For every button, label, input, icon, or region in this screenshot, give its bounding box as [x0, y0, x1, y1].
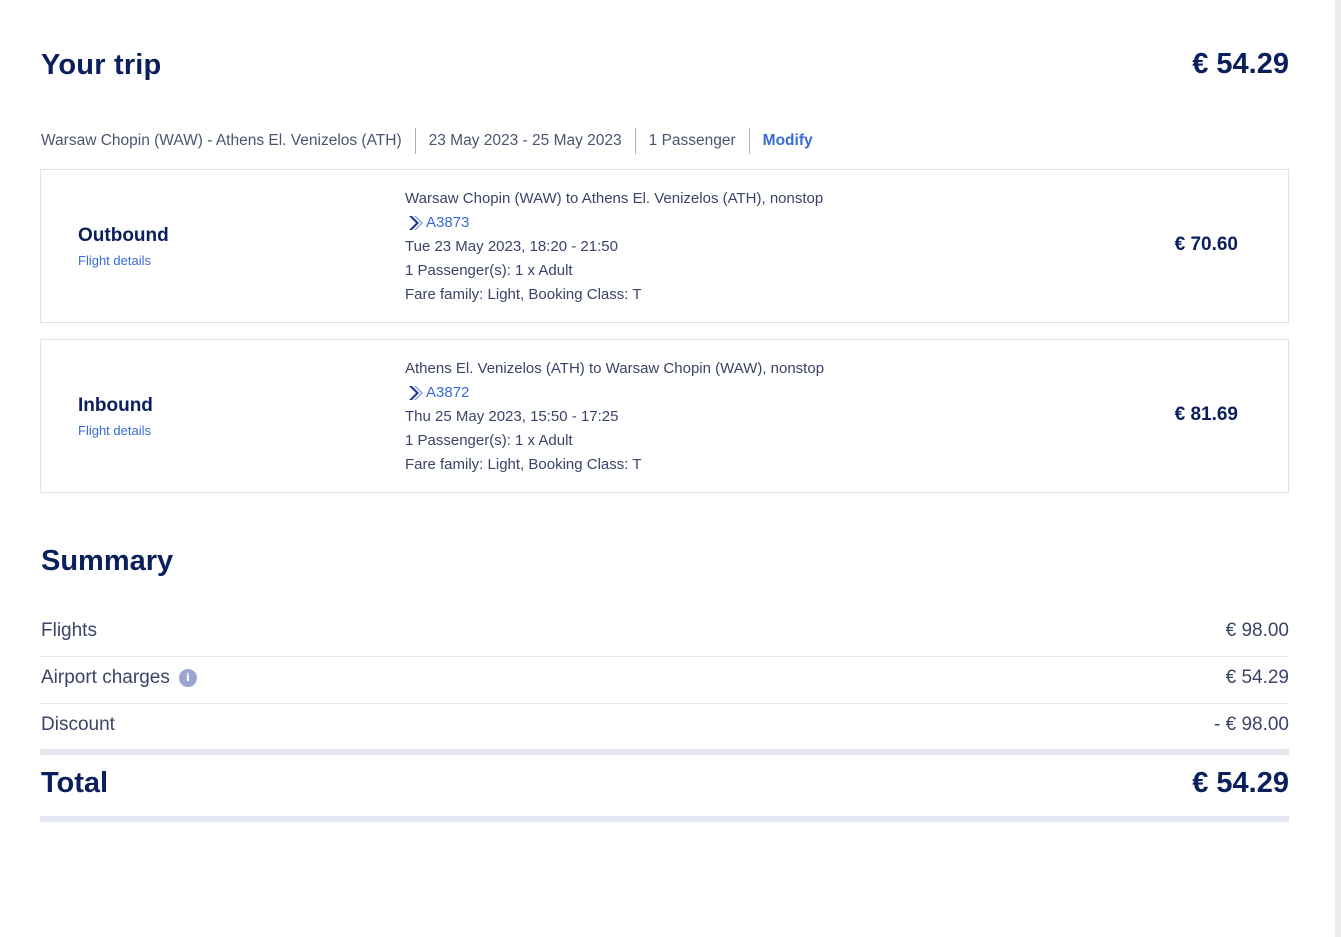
flight-number-row: A3872	[405, 381, 824, 405]
flight-number[interactable]: A3873	[426, 211, 469, 235]
summary-row-airport-charges: Airport charges i € 54.29	[40, 656, 1289, 704]
flight-info: Warsaw Chopin (WAW) to Athens El. Venize…	[405, 187, 823, 307]
summary-row-discount: Discount - € 98.00	[40, 703, 1289, 750]
direction-title: Inbound	[78, 395, 153, 416]
flight-details-link[interactable]: Flight details	[78, 253, 151, 268]
summary-value: - € 98.00	[1214, 714, 1289, 735]
flight-route: Athens El. Venizelos (ATH) to Warsaw Cho…	[405, 360, 825, 377]
flight-passengers: 1 Passenger(s): 1 x Adult	[405, 432, 573, 449]
trip-header: Your trip € 54.29	[40, 46, 1289, 90]
trip-route: Warsaw Chopin (WAW) - Athens El. Venizel…	[41, 132, 402, 149]
scrollbar-track[interactable]	[1335, 0, 1341, 937]
summary-label: Airport charges	[41, 667, 170, 688]
flight-fare: Fare family: Light, Booking Class: T	[405, 286, 642, 303]
flight-number-row: A3873	[405, 211, 823, 235]
summary-value: € 54.29	[1225, 667, 1289, 688]
flight-datetime: Tue 23 May 2023, 18:20 - 21:50	[405, 238, 618, 255]
trip-total-price: € 54.29	[1192, 48, 1289, 80]
summary-row-flights: Flights € 98.00	[40, 609, 1289, 657]
flight-price: € 81.69	[1174, 404, 1238, 425]
flight-price: € 70.60	[1174, 234, 1238, 255]
info-icon[interactable]: i	[178, 669, 197, 687]
summary-label: Discount	[41, 714, 115, 735]
flight-details-link[interactable]: Flight details	[78, 423, 151, 438]
flight-info: Athens El. Venizelos (ATH) to Warsaw Cho…	[405, 357, 824, 477]
divider	[40, 816, 1289, 822]
airline-logo-icon	[405, 385, 425, 401]
modify-link[interactable]: Modify	[748, 128, 826, 154]
summary-label: Flights	[41, 620, 97, 641]
direction-title: Outbound	[78, 225, 169, 246]
trip-info-bar: Warsaw Chopin (WAW) - Athens El. Venizel…	[41, 128, 826, 154]
outbound-flight-card: Outbound Flight details Warsaw Chopin (W…	[40, 169, 1289, 323]
trip-dates: 23 May 2023 - 25 May 2023	[414, 128, 635, 154]
divider	[40, 749, 1289, 755]
summary-label-row: Airport charges i	[41, 667, 197, 689]
flight-number[interactable]: A3872	[426, 381, 469, 405]
summary-title: Summary	[41, 545, 174, 577]
inbound-flight-card: Inbound Flight details Athens El. Venize…	[40, 339, 1289, 493]
flight-route: Warsaw Chopin (WAW) to Athens El. Venize…	[405, 190, 824, 207]
summary-value: € 98.00	[1225, 620, 1289, 641]
total-label: Total	[41, 767, 109, 799]
page: Your trip € 54.29 Warsaw Chopin (WAW) - …	[0, 0, 1341, 937]
flight-passengers: 1 Passenger(s): 1 x Adult	[405, 262, 573, 279]
total-value: € 54.29	[1192, 767, 1289, 799]
airline-logo-icon	[405, 215, 425, 231]
flight-datetime: Thu 25 May 2023, 15:50 - 17:25	[405, 408, 619, 425]
trip-passengers: 1 Passenger	[634, 128, 749, 154]
page-title: Your trip	[41, 49, 162, 81]
flight-fare: Fare family: Light, Booking Class: T	[405, 456, 642, 473]
